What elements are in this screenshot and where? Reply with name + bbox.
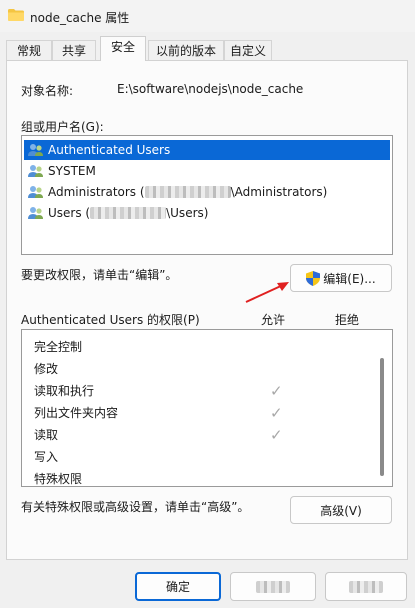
- advanced-hint: 有关特殊权限或高级设置，请单击“高级”。: [21, 500, 250, 514]
- uac-shield-icon: [306, 270, 321, 286]
- annotation-arrow-icon: [245, 282, 289, 303]
- users-group-icon: [28, 207, 43, 219]
- permission-row: 修改: [34, 358, 374, 380]
- redacted-label: [256, 580, 290, 593]
- user-name: SYSTEM: [48, 164, 96, 178]
- allow-check-icon: ✓: [270, 382, 283, 400]
- users-group-icon: [28, 144, 43, 156]
- user-name: Authenticated Users: [48, 143, 171, 157]
- tab-customize[interactable]: 自定义: [224, 40, 272, 60]
- allow-check-icon: ✓: [270, 404, 283, 422]
- permission-row: 写入: [34, 446, 374, 468]
- redacted-machine-name: [90, 207, 167, 219]
- permission-row: 特殊权限: [34, 468, 374, 486]
- object-name-value: E:\software\nodejs\node_cache: [117, 82, 304, 96]
- edit-button-label: 编辑(E)...: [323, 271, 376, 286]
- title-bar: node_cache 属性: [0, 0, 415, 32]
- allow-check-icon: ✓: [270, 426, 283, 444]
- redacted-machine-name: [144, 186, 231, 198]
- permission-row: 完全控制: [34, 336, 374, 358]
- permissions-list[interactable]: 完全控制 修改 读取和执行 ✓ 列出文件夹内容 ✓ 读取 ✓ 写入 特殊权限: [21, 329, 393, 487]
- tab-strip: 常规 共享 安全 以前的版本 自定义: [0, 36, 415, 61]
- group-list-label: 组或用户名(G):: [21, 120, 104, 134]
- user-name: Users (\Users): [48, 206, 209, 220]
- apply-button[interactable]: [325, 572, 407, 601]
- tab-previous-versions[interactable]: 以前的版本: [148, 40, 224, 60]
- permission-name: 写入: [34, 450, 59, 464]
- edit-button[interactable]: 编辑(E)...: [290, 264, 392, 292]
- folder-icon: [8, 9, 24, 21]
- dialog-footer: 确定: [0, 560, 415, 608]
- permission-row: 读取和执行 ✓: [34, 380, 374, 402]
- permission-name: 读取: [34, 428, 59, 442]
- permission-name: 列出文件夹内容: [34, 406, 119, 420]
- permission-name: 特殊权限: [34, 472, 83, 486]
- permission-name: 修改: [34, 362, 59, 376]
- advanced-button[interactable]: 高级(V): [290, 496, 392, 524]
- permission-name: 完全控制: [34, 340, 83, 354]
- object-name-label: 对象名称:: [21, 84, 74, 98]
- group-user-list[interactable]: Authenticated Users SYSTEM Administrator…: [21, 135, 393, 255]
- permissions-label: Authenticated Users 的权限(P): [21, 313, 200, 327]
- security-panel: 对象名称: E:\software\nodejs\node_cache 组或用户…: [6, 60, 408, 560]
- list-item-system[interactable]: SYSTEM: [24, 161, 390, 181]
- list-item-users[interactable]: Users (\Users): [24, 203, 390, 223]
- list-item-authenticated-users[interactable]: Authenticated Users: [24, 140, 390, 160]
- permissions-scrollbar[interactable]: [380, 358, 384, 476]
- permission-row: 读取 ✓: [34, 424, 374, 446]
- edit-hint: 要更改权限，请单击“编辑”。: [21, 268, 178, 282]
- window-title: node_cache 属性: [30, 11, 130, 25]
- users-group-icon: [28, 186, 43, 198]
- tab-security[interactable]: 安全: [100, 36, 146, 61]
- deny-column-header: 拒绝: [335, 313, 360, 327]
- allow-column-header: 允许: [261, 313, 286, 327]
- list-item-administrators[interactable]: Administrators (\Administrators): [24, 182, 390, 202]
- permission-name: 读取和执行: [34, 384, 95, 398]
- user-name: Administrators (\Administrators): [48, 185, 328, 199]
- tab-general[interactable]: 常规: [6, 40, 52, 60]
- tab-sharing[interactable]: 共享: [52, 40, 96, 60]
- users-group-icon: [28, 165, 43, 177]
- permission-row: 列出文件夹内容 ✓: [34, 402, 374, 424]
- ok-button[interactable]: 确定: [135, 572, 221, 601]
- redacted-label: [349, 580, 383, 593]
- cancel-button[interactable]: [230, 572, 316, 601]
